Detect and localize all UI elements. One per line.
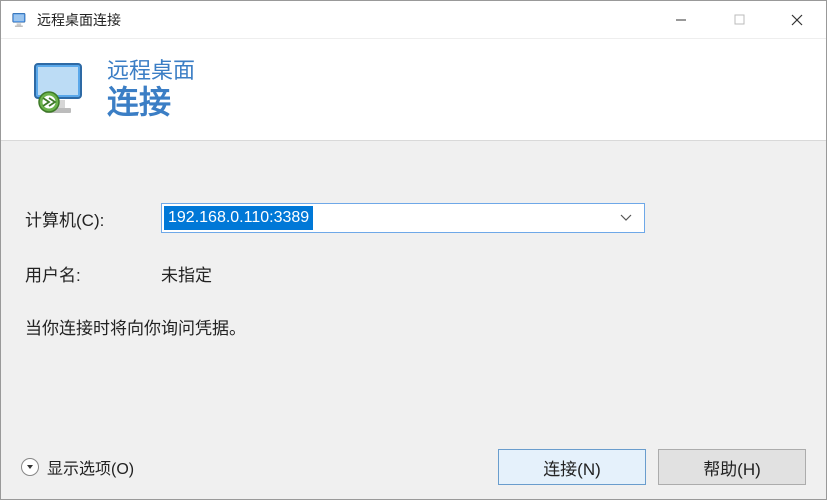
computer-label: 计算机(C):	[25, 206, 161, 231]
chevron-down-circle-icon	[21, 458, 39, 476]
banner-monitor-icon	[29, 58, 93, 122]
main-form: 计算机(C): 192.168.0.110:3389 用户名: 未指定 当你连接…	[1, 141, 826, 339]
show-options-label: 显示选项(O)	[47, 455, 134, 479]
app-icon	[11, 11, 29, 29]
computer-combobox[interactable]: 192.168.0.110:3389	[161, 203, 645, 233]
username-value: 未指定	[161, 261, 212, 286]
computer-row: 计算机(C): 192.168.0.110:3389	[25, 203, 802, 233]
banner-title-line1: 远程桌面	[107, 59, 195, 83]
maximize-button	[710, 1, 768, 38]
titlebar: 远程桌面连接	[1, 1, 826, 39]
header-banner: 远程桌面 连接	[1, 39, 826, 141]
connect-button[interactable]: 连接(N)	[498, 449, 646, 485]
credentials-info-text: 当你连接时将向你询问凭据。	[25, 314, 802, 339]
window-title: 远程桌面连接	[37, 10, 652, 30]
banner-title-line2: 连接	[107, 85, 195, 120]
username-row: 用户名: 未指定	[25, 261, 802, 286]
username-label: 用户名:	[25, 261, 161, 286]
minimize-button[interactable]	[652, 1, 710, 38]
banner-text: 远程桌面 连接	[107, 59, 195, 120]
close-button[interactable]	[768, 1, 826, 38]
computer-input-value[interactable]: 192.168.0.110:3389	[164, 206, 313, 230]
help-button[interactable]: 帮助(H)	[658, 449, 806, 485]
window-controls	[652, 1, 826, 38]
chevron-down-icon[interactable]	[620, 211, 632, 225]
bottom-bar: 显示选项(O) 连接(N) 帮助(H)	[1, 435, 826, 499]
show-options-toggle[interactable]: 显示选项(O)	[21, 455, 134, 479]
